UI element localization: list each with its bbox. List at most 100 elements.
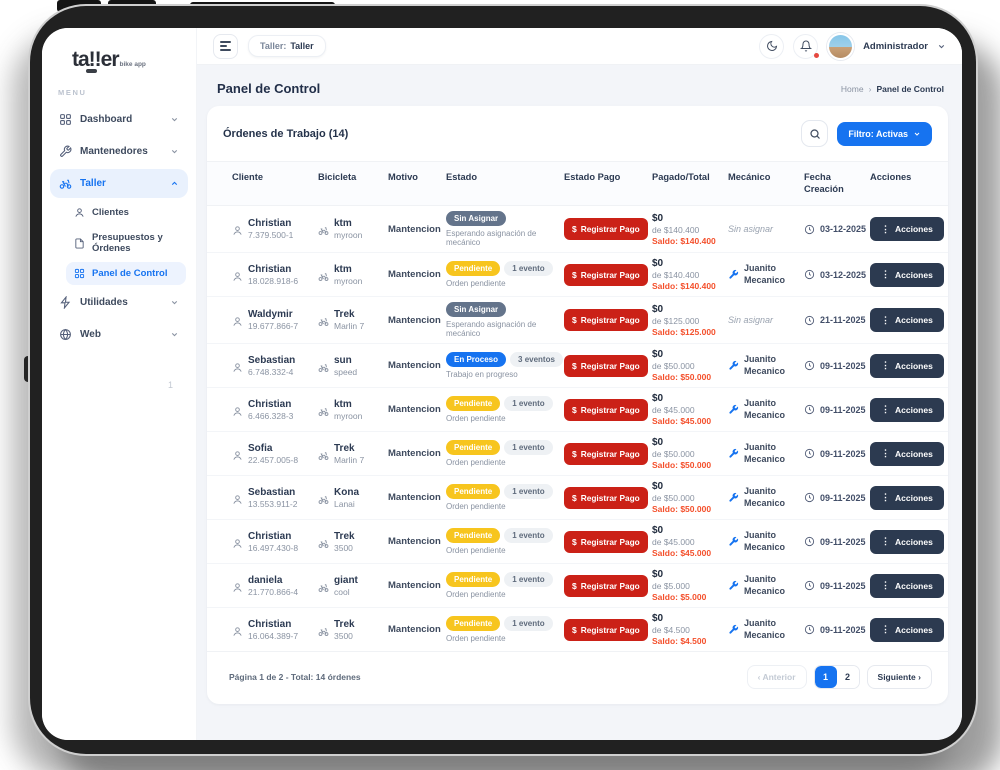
acciones-button[interactable]: ⋮Acciones: [870, 308, 944, 332]
registrar-pago-button[interactable]: $Registrar Pago: [564, 355, 648, 377]
acciones-button[interactable]: ⋮Acciones: [870, 354, 944, 378]
page-1-button[interactable]: 1: [815, 666, 837, 688]
workshop-selector[interactable]: Taller: Taller: [248, 35, 326, 57]
previous-page-button[interactable]: ‹ Anterior: [747, 665, 807, 689]
registrar-pago-button[interactable]: $Registrar Pago: [564, 264, 648, 286]
registrar-pago-button[interactable]: $Registrar Pago: [564, 575, 648, 597]
person-icon: [232, 538, 243, 549]
acciones-button[interactable]: ⋮Acciones: [870, 398, 944, 422]
wrench-icon: [728, 492, 739, 503]
acciones-button[interactable]: ⋮Acciones: [870, 618, 944, 642]
date-cell: 09-11-2025: [801, 619, 867, 640]
notifications-button[interactable]: [793, 34, 818, 59]
registrar-pago-button[interactable]: $Registrar Pago: [564, 399, 648, 421]
amount-paid: $0: [652, 525, 663, 536]
mechanic-cell: Juanito Mecanico: [725, 569, 801, 602]
client-rut: 18.028.918-6: [248, 276, 298, 286]
bicycle-model: Lanai: [334, 499, 359, 509]
dollar-icon: $: [572, 625, 577, 635]
table-row: Christian16.497.430-8Trek3500MantencionP…: [207, 520, 948, 564]
motivo-text: Mantencion: [388, 404, 441, 415]
creation-date: 09-11-2025: [820, 449, 866, 459]
sidebar-item-clientes[interactable]: Clientes: [66, 201, 186, 224]
acciones-button[interactable]: ⋮Acciones: [870, 442, 944, 466]
dark-mode-button[interactable]: [759, 34, 784, 59]
logo-mark: [86, 69, 97, 73]
sidebar-item-dashboard[interactable]: Dashboard: [50, 105, 188, 134]
estado-cell: Pendiente1 eventoOrden pendiente: [443, 435, 561, 472]
person-icon: [74, 207, 85, 218]
acciones-label: Acciones: [895, 625, 933, 635]
breadcrumb-home[interactable]: Home: [841, 84, 864, 94]
estado-subtext: Trabajo en progreso: [446, 370, 518, 379]
client-name: Christian: [248, 531, 298, 542]
document-icon: [74, 238, 85, 249]
estado-cell: Pendiente1 eventoOrden pendiente: [443, 391, 561, 428]
client-name: Christian: [248, 264, 298, 275]
registrar-pago-button[interactable]: $Registrar Pago: [564, 487, 648, 509]
hamburger-menu-button[interactable]: [213, 34, 238, 59]
acciones-button[interactable]: ⋮Acciones: [870, 486, 944, 510]
bicycle-model: 3500: [334, 543, 355, 553]
amount-total: de $5.000: [652, 581, 690, 591]
registrar-pago-button[interactable]: $Registrar Pago: [564, 531, 648, 553]
table-row: Waldymir19.677.866-7TrekMarlin 7Mantenci…: [207, 297, 948, 344]
bicycle-brand: Trek: [334, 619, 355, 630]
sidebar-item-panel-de-control[interactable]: Panel de Control: [66, 262, 186, 285]
amount-paid: $0: [652, 213, 663, 224]
sidebar-item-taller[interactable]: Taller: [50, 169, 188, 198]
person-icon: [232, 450, 243, 461]
wrench-icon: [728, 580, 739, 591]
page-2-button[interactable]: 2: [837, 666, 859, 688]
date-cell: 09-11-2025: [801, 531, 867, 552]
amount-saldo: Saldo: $50.000: [652, 504, 711, 514]
creation-date: 09-11-2025: [820, 405, 866, 415]
bicycle-model: Marlin 7: [334, 455, 364, 465]
acciones-button[interactable]: ⋮Acciones: [870, 574, 944, 598]
bike-icon: [318, 406, 329, 417]
creation-date: 21-11-2025: [820, 315, 866, 325]
registrar-pago-button[interactable]: $Registrar Pago: [564, 218, 648, 240]
bicycle-cell: KonaLanai: [315, 482, 385, 514]
estado-badge: Pendiente: [446, 261, 500, 276]
registrar-pago-label: Registrar Pago: [581, 493, 640, 503]
acciones-button[interactable]: ⋮Acciones: [870, 217, 944, 241]
sidebar-item-utilidades[interactable]: Utilidades: [50, 288, 188, 317]
registrar-pago-button[interactable]: $Registrar Pago: [564, 309, 648, 331]
creation-date: 09-11-2025: [820, 581, 866, 591]
estado-subtext: Orden pendiente: [446, 546, 506, 555]
client-rut: 22.457.005-8: [248, 455, 298, 465]
kebab-icon: ⋮: [881, 270, 890, 279]
tablet-frame: ta!!erbike app MENU Dashboard Mantenedor…: [30, 6, 976, 754]
filter-button[interactable]: Filtro: Activas: [837, 122, 932, 146]
page-number-group: 1 2: [814, 665, 860, 689]
topbar: Taller: Taller Administrador: [197, 28, 962, 65]
kebab-icon: ⋮: [881, 449, 890, 458]
eventos-badge: 1 evento: [504, 261, 552, 276]
mechanic-name: Juanito Mecanico: [744, 530, 798, 553]
date-cell: 09-11-2025: [801, 399, 867, 420]
breadcrumb-current: Panel de Control: [876, 84, 944, 94]
table-row: Christian18.028.918-6ktmmyroonMantencion…: [207, 253, 948, 297]
acciones-button[interactable]: ⋮Acciones: [870, 263, 944, 287]
column-header: Estado: [443, 162, 561, 205]
acciones-button[interactable]: ⋮Acciones: [870, 530, 944, 554]
next-page-button[interactable]: Siguiente ›: [867, 665, 932, 689]
bicycle-model: speed: [334, 367, 357, 377]
client-rut: 16.497.430-8: [248, 543, 298, 553]
search-button[interactable]: [801, 120, 828, 147]
sidebar-item-web[interactable]: Web: [50, 320, 188, 349]
eventos-badge: 1 evento: [504, 572, 552, 587]
payment-cell: $0de $5.000Saldo: $5.000: [649, 564, 725, 607]
creation-date: 09-11-2025: [820, 361, 866, 371]
registrar-pago-button[interactable]: $Registrar Pago: [564, 619, 648, 641]
kebab-icon: ⋮: [881, 361, 890, 370]
registrar-pago-button[interactable]: $Registrar Pago: [564, 443, 648, 465]
amount-paid: $0: [652, 613, 663, 624]
sidebar-item-mantenedores[interactable]: Mantenedores: [50, 137, 188, 166]
payment-cell: $0de $50.000Saldo: $50.000: [649, 432, 725, 475]
chevron-down-icon[interactable]: [937, 42, 946, 51]
bicycle-cell: sunspeed: [315, 350, 385, 382]
sidebar-item-presupuestos[interactable]: Presupuestos y Órdenes: [66, 226, 186, 260]
user-avatar[interactable]: [827, 33, 854, 60]
